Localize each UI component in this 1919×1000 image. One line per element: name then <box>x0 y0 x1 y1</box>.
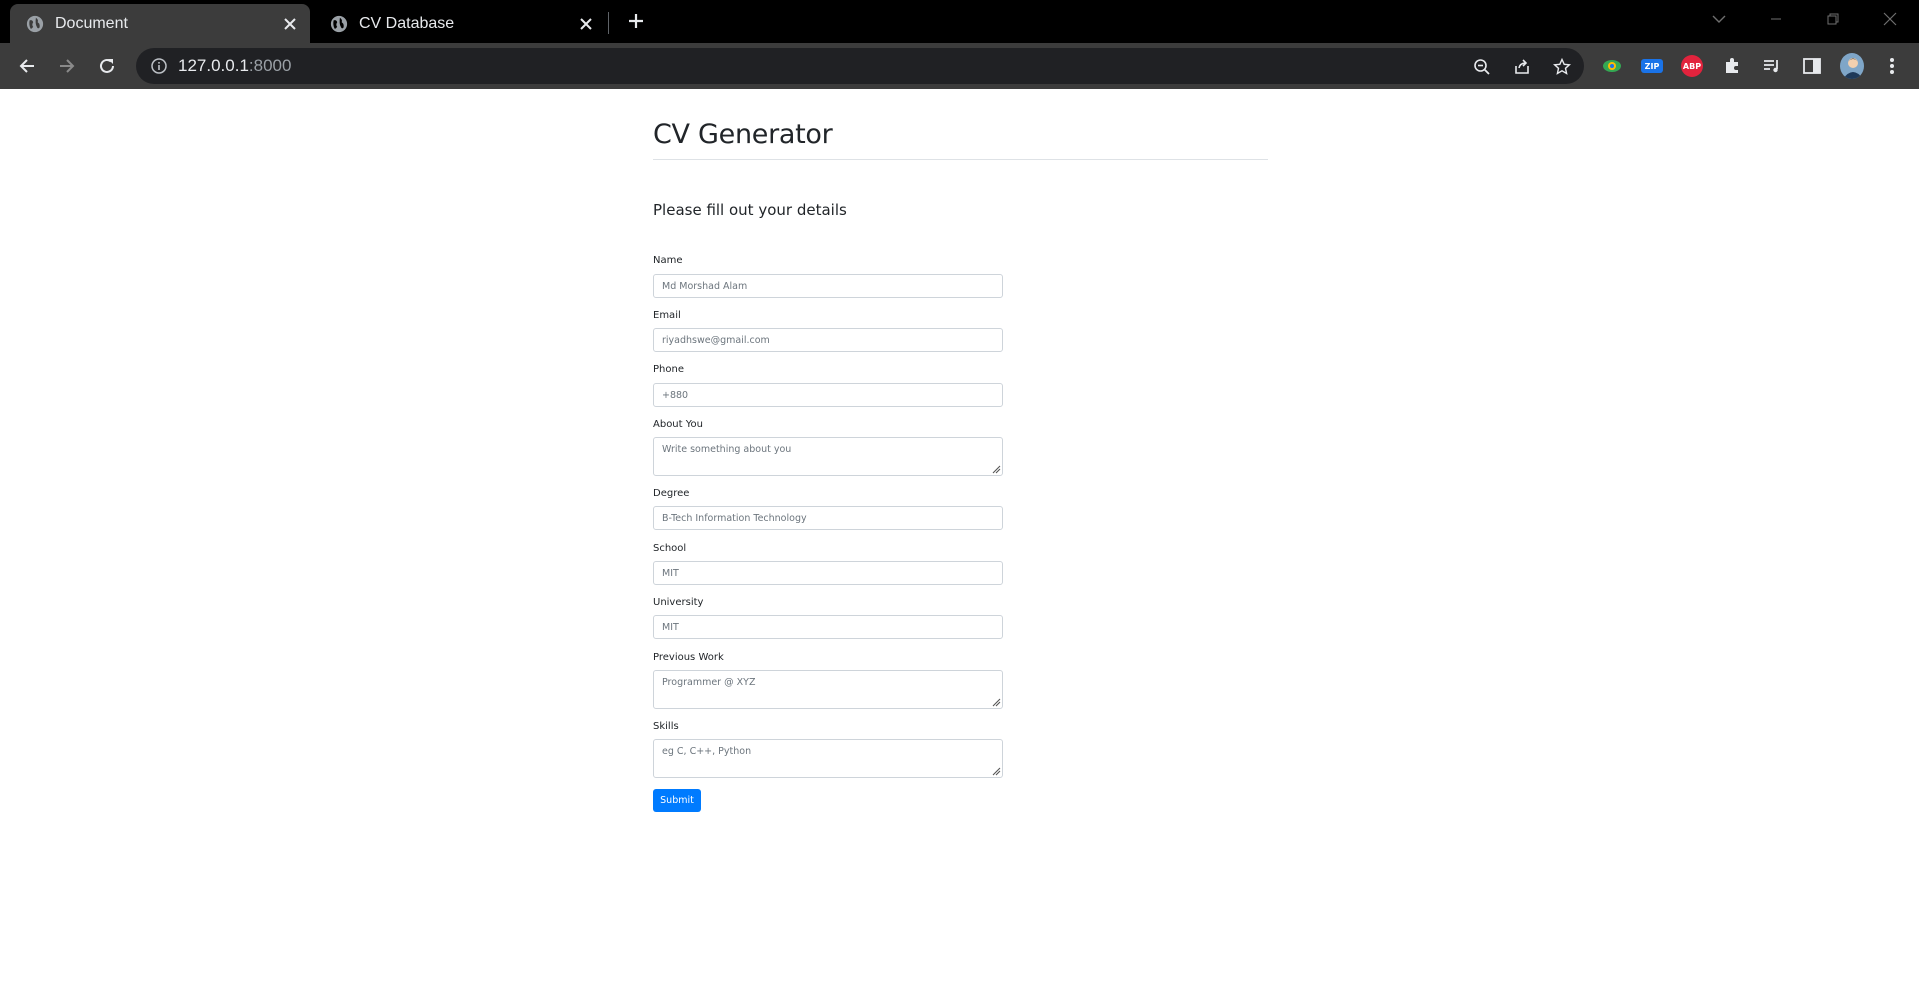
zoom-out-icon <box>1474 59 1490 75</box>
skills-label: Skills <box>653 721 679 732</box>
phone-label: Phone <box>653 364 684 375</box>
arrow-left-icon <box>19 59 34 73</box>
skills-text: eg C, C++, Python <box>662 746 752 757</box>
close-tab-icon[interactable] <box>278 12 302 36</box>
arrow-right-icon <box>60 59 75 73</box>
forward-button[interactable] <box>52 51 82 81</box>
previous-work-label: Previous Work <box>653 652 724 663</box>
side-panel-button[interactable] <box>1800 54 1824 78</box>
more-vert-icon <box>1890 58 1894 74</box>
about-text: Write something about you <box>662 444 792 455</box>
browser-tab-strip: Document CV Database <box>0 0 1919 43</box>
form-subtitle: Please fill out your details <box>653 201 847 219</box>
name-label: Name <box>653 255 683 266</box>
chevron-down-icon <box>1712 15 1726 23</box>
side-panel-icon <box>1803 58 1821 74</box>
divider <box>653 159 1268 160</box>
address-bar[interactable]: 127.0.0.1:8000 <box>136 48 1584 84</box>
extension-abp-button[interactable]: ABP <box>1680 54 1704 78</box>
bookmark-button[interactable] <box>1552 57 1572 77</box>
about-textarea[interactable]: Write something about you <box>653 437 1003 476</box>
email-field[interactable]: riyadhswe@gmail.com <box>653 328 1003 352</box>
page-content: CV Generator Please fill out your detail… <box>0 89 1919 1000</box>
phone-field[interactable]: +880 <box>653 383 1003 407</box>
tab-document[interactable]: Document <box>10 4 310 43</box>
restore-button[interactable] <box>1818 6 1848 32</box>
reload-icon <box>100 58 114 73</box>
tab-cv-database[interactable]: CV Database <box>314 4 606 43</box>
resize-grip-icon[interactable] <box>991 766 1001 776</box>
university-label: University <box>653 597 704 608</box>
university-field[interactable]: MIT <box>653 615 1003 639</box>
menu-button[interactable] <box>1880 54 1904 78</box>
minimize-icon <box>1771 18 1781 20</box>
zoom-button[interactable] <box>1472 57 1492 77</box>
url-host: 127.0.0.1 <box>178 56 249 75</box>
tab-title: Document <box>55 14 128 32</box>
avatar <box>1840 53 1864 79</box>
skills-textarea[interactable]: eg C, C++, Python <box>653 739 1003 778</box>
globe-icon <box>330 15 348 32</box>
close-window-button[interactable] <box>1875 6 1905 32</box>
school-label: School <box>653 543 687 554</box>
zip-icon: ZIP <box>1641 59 1663 73</box>
share-icon <box>1515 59 1529 74</box>
school-field[interactable]: MIT <box>653 561 1003 585</box>
restore-icon <box>1827 13 1839 25</box>
eye-extension-icon <box>1603 60 1621 72</box>
browser-toolbar: 127.0.0.1:8000 ZIP ABP <box>0 43 1919 89</box>
tab-title: CV Database <box>359 14 455 32</box>
email-label: Email <box>653 310 681 321</box>
share-button[interactable] <box>1512 57 1532 77</box>
playlist-icon <box>1764 60 1778 73</box>
reload-button[interactable] <box>92 51 122 81</box>
page-title: CV Generator <box>653 119 833 150</box>
name-field[interactable]: Md Morshad Alam <box>653 274 1003 298</box>
resize-grip-icon[interactable] <box>991 697 1001 707</box>
info-icon[interactable] <box>150 57 168 75</box>
profile-button[interactable] <box>1840 53 1864 79</box>
url-port: :8000 <box>248 56 292 75</box>
degree-field[interactable]: B-Tech Information Technology <box>653 506 1003 530</box>
plus-icon <box>629 14 643 28</box>
puzzle-icon <box>1726 58 1738 73</box>
url-text: 127.0.0.1:8000 <box>178 56 291 76</box>
resize-grip-icon[interactable] <box>991 464 1001 474</box>
close-tab-icon[interactable] <box>574 12 598 36</box>
extensions-button[interactable] <box>1720 54 1744 78</box>
close-icon <box>1883 12 1897 26</box>
previous-work-text: Programmer @ XYZ <box>662 677 756 688</box>
degree-label: Degree <box>653 488 690 499</box>
extension-zip-button[interactable]: ZIP <box>1640 54 1664 78</box>
back-button[interactable] <box>12 51 42 81</box>
previous-work-textarea[interactable]: Programmer @ XYZ <box>653 670 1003 709</box>
new-tab-button[interactable] <box>624 9 648 33</box>
adblock-icon: ABP <box>1681 55 1703 77</box>
minimize-button[interactable] <box>1761 6 1791 32</box>
extension-eye-button[interactable] <box>1600 54 1624 78</box>
about-label: About You <box>653 419 703 430</box>
tab-search-button[interactable] <box>1704 6 1734 32</box>
globe-icon <box>26 15 44 32</box>
tab-separator <box>608 12 609 34</box>
submit-button[interactable]: Submit <box>653 789 701 812</box>
media-control-button[interactable] <box>1760 54 1784 78</box>
star-icon <box>1553 58 1571 75</box>
